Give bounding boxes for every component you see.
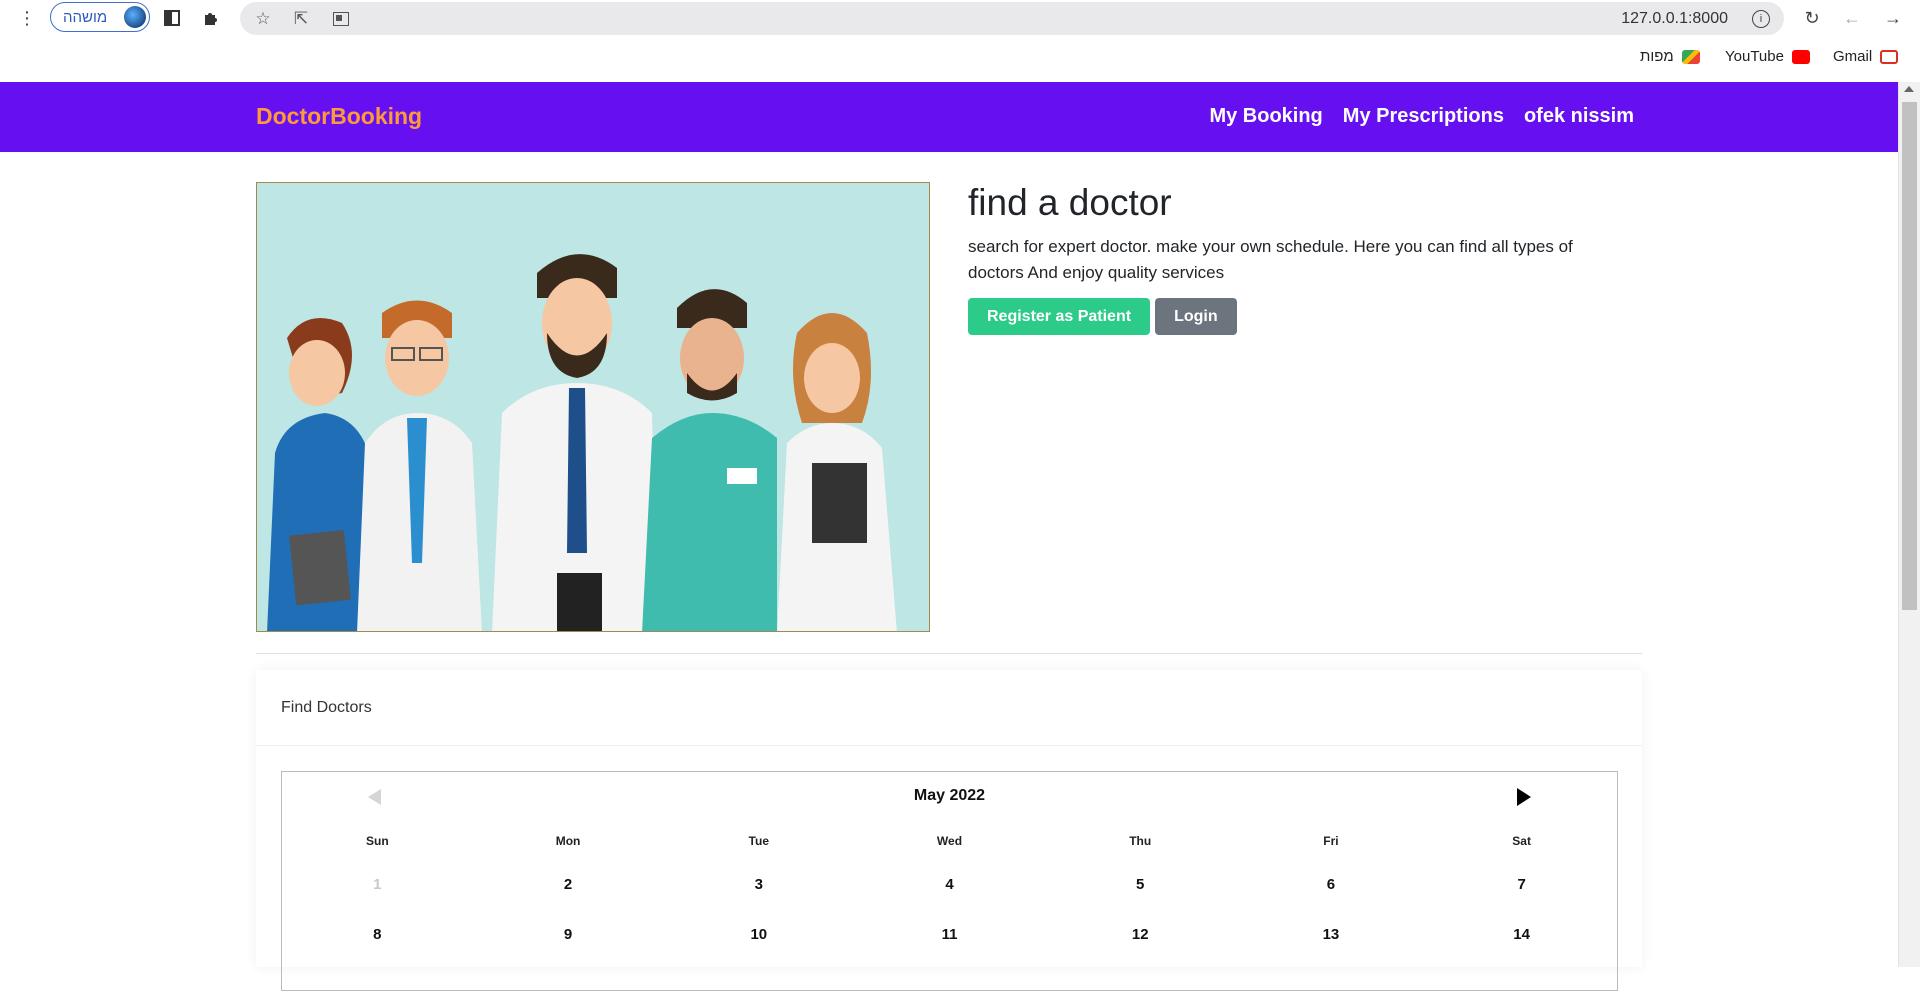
calendar-day[interactable]: 7	[1426, 872, 1617, 922]
weekday-header: Sun	[366, 834, 389, 848]
page-scrollbar[interactable]	[1898, 82, 1920, 967]
bookmark-gmail-label: Gmail	[1833, 48, 1873, 65]
calendar-day[interactable]: 14	[1426, 922, 1617, 972]
profile-label: מושהה	[63, 8, 108, 26]
register-patient-button[interactable]: Register as Patient	[968, 298, 1151, 335]
calendar-day[interactable]: 13	[1236, 922, 1427, 972]
weekday-header: Fri	[1323, 834, 1339, 848]
forward-disabled-icon[interactable]: ←	[1839, 5, 1865, 31]
bookmark-youtube[interactable]: YouTube	[1725, 48, 1810, 65]
brand-logo[interactable]: DoctorBooking	[256, 103, 422, 130]
scroll-up-arrow-icon[interactable]	[1904, 86, 1914, 92]
side-panel-icon[interactable]	[159, 5, 185, 31]
bookmarks-bar: מפות YouTube Gmail	[0, 44, 1920, 72]
section-divider	[256, 653, 1642, 654]
calendar-day[interactable]: 5	[1045, 872, 1236, 922]
calendar-grid: Sun Mon Tue Wed Thu Fri Sat 1 2 3 4 5 6 7 8 9 10 11 12 13 14	[282, 834, 1617, 972]
calendar-day[interactable]: 12	[1045, 922, 1236, 972]
share-icon[interactable]: ⇱	[290, 8, 312, 30]
find-doctors-card: Find Doctors May 2022 Sun Mon Tue Wed Thu Fri…	[256, 670, 1642, 991]
weekday-header: Mon	[555, 834, 581, 848]
back-icon[interactable]: →	[1880, 5, 1906, 31]
url-text: 127.0.0.1:8000	[1621, 10, 1728, 27]
booking-calendar: May 2022 Sun Mon Tue Wed Thu Fri Sat 1 2 3 4 5 6 7 8 9 1…	[281, 771, 1618, 991]
hero-text-block: find a doctor search for expert doctor. …	[968, 182, 1618, 335]
nav-my-prescriptions[interactable]: My Prescriptions	[1343, 105, 1504, 128]
hero-buttons: Register as Patient Login	[968, 298, 1618, 335]
calendar-day[interactable]: 6	[1236, 872, 1427, 922]
calendar-day[interactable]: 9	[473, 922, 664, 972]
weekday-header: Sat	[1512, 834, 1531, 848]
calendar-day[interactable]: 11	[854, 922, 1045, 972]
nav-user-name[interactable]: ofek nissim	[1524, 105, 1634, 128]
browser-chrome: ⋮ מושהה ☆ ⇱ 127.0.0.1:8000 i ↻ ← → מפות	[0, 0, 1920, 82]
calendar-day[interactable]: 8	[282, 922, 473, 972]
menu-kebab-icon[interactable]: ⋮	[14, 5, 40, 31]
calendar-day[interactable]: 4	[854, 872, 1045, 922]
bookmark-maps-label: מפות	[1640, 48, 1674, 65]
weekday-header: Thu	[1129, 834, 1152, 848]
address-bar[interactable]: ☆ ⇱ 127.0.0.1:8000 i	[240, 2, 1784, 35]
hero-description: search for expert doctor. make your own …	[968, 237, 1573, 282]
calendar-day[interactable]: 2	[473, 872, 664, 922]
calendar-month-label: May 2022	[913, 787, 986, 804]
bookmark-gmail[interactable]: Gmail	[1833, 48, 1899, 65]
gmail-icon	[1880, 49, 1899, 64]
extensions-icon[interactable]	[198, 5, 224, 31]
youtube-icon	[1791, 49, 1810, 64]
site-navbar: DoctorBooking My Booking My Prescription…	[0, 82, 1898, 152]
calendar-day[interactable]: 3	[663, 872, 854, 922]
profile-button[interactable]: מושהה	[50, 2, 150, 32]
reload-icon[interactable]: ↻	[1799, 5, 1825, 31]
nav-my-booking[interactable]: My Booking	[1209, 105, 1322, 128]
hero-title: find a doctor	[968, 182, 1172, 223]
doctors-illustration	[256, 182, 930, 632]
find-doctors-header: Find Doctors	[256, 670, 1642, 746]
login-button[interactable]: Login	[1155, 298, 1237, 335]
next-month-icon[interactable]	[1517, 788, 1531, 806]
translate-icon[interactable]	[330, 8, 352, 30]
calendar-day[interactable]: 10	[663, 922, 854, 972]
profile-avatar-icon	[124, 6, 146, 28]
nav-links: My Booking My Prescriptions ofek nissim	[1209, 105, 1634, 128]
bookmark-star-icon[interactable]: ☆	[252, 8, 274, 30]
scroll-thumb[interactable]	[1902, 102, 1917, 610]
weekday-header: Tue	[748, 834, 769, 848]
calendar-header: May 2022	[282, 772, 1617, 818]
bookmark-youtube-label: YouTube	[1725, 48, 1784, 65]
weekday-header: Wed	[936, 834, 963, 848]
calendar-day: 1	[373, 876, 382, 893]
bookmark-maps[interactable]: מפות	[1640, 48, 1700, 65]
site-info-icon[interactable]: i	[1752, 10, 1770, 28]
browser-toolbar: ⋮ מושהה ☆ ⇱ 127.0.0.1:8000 i ↻ ← →	[0, 0, 1920, 37]
maps-icon	[1681, 49, 1700, 64]
